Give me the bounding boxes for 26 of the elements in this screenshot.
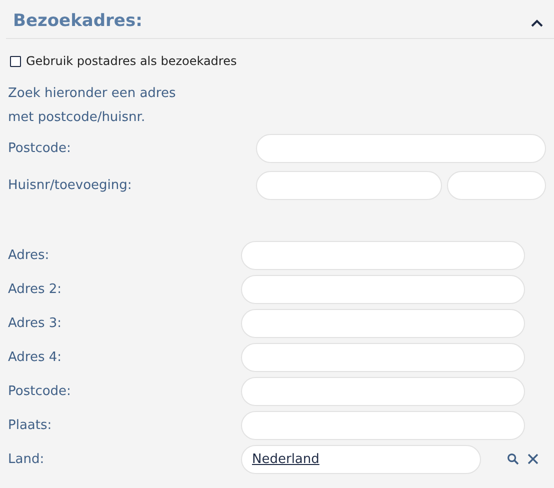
- input-field[interactable]: [241, 376, 525, 406]
- field-label: Postcode:: [8, 141, 72, 156]
- hint-text: Zoek hieronder een adres: [8, 86, 176, 101]
- input-field[interactable]: [256, 171, 442, 200]
- close-icon[interactable]: [527, 453, 539, 465]
- input-field[interactable]: [447, 171, 546, 200]
- search-icon[interactable]: [507, 453, 519, 465]
- checkbox[interactable]: [10, 56, 21, 66]
- field-label: Land:: [8, 452, 46, 466]
- hint-text: met postcode/huisnr.: [8, 110, 146, 125]
- input-field[interactable]: Nederland: [241, 444, 481, 474]
- field-label: Plaats:: [8, 418, 53, 432]
- input-field[interactable]: [241, 240, 525, 270]
- input-field[interactable]: [241, 342, 525, 372]
- input-field[interactable]: [241, 274, 525, 304]
- section-title: Bezoekadres:: [13, 11, 142, 31]
- input-field[interactable]: [256, 134, 546, 163]
- field-label: Postcode:: [8, 384, 72, 398]
- checkbox-label: Gebruik postadres als bezoekadres: [26, 54, 237, 68]
- field-label: Huisnr/toevoeging:: [8, 178, 133, 193]
- field-label: Adres 3:: [8, 316, 63, 330]
- input-field[interactable]: [241, 308, 525, 338]
- input-field[interactable]: [241, 410, 525, 440]
- field-label: Adres 4:: [8, 350, 63, 364]
- field-label: Adres 2:: [8, 282, 63, 296]
- field-label: Adres:: [8, 248, 50, 262]
